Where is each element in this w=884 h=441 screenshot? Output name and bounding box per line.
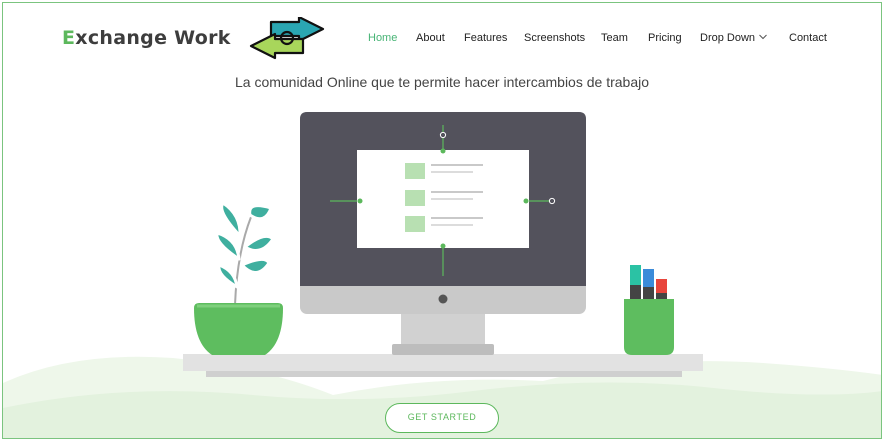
window-checkbox-3 [405, 216, 425, 232]
pen-holder [624, 265, 674, 355]
desk-top [183, 354, 703, 371]
monitor-power-button [438, 294, 448, 304]
page-frame: Exchange Work Home About Features Screen… [2, 2, 882, 439]
plant [194, 201, 283, 355]
hero-illustration [3, 112, 881, 438]
monitor-base [392, 344, 494, 355]
window-checkbox-1 [405, 163, 425, 179]
get-started-button[interactable]: GET STARTED [385, 403, 499, 433]
desk-edge [206, 371, 682, 377]
window-checkbox-2 [405, 190, 425, 206]
monitor-neck [401, 313, 485, 347]
